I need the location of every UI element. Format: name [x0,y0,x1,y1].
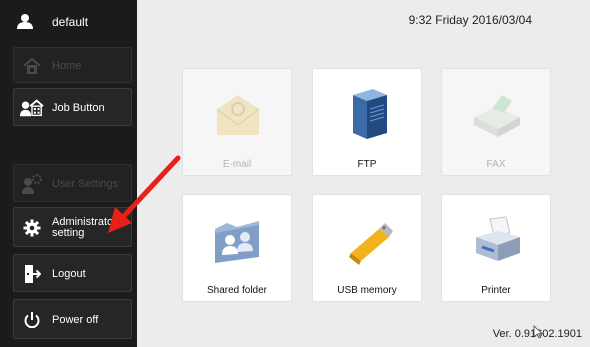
sidebar-item-home[interactable]: Home [13,47,132,83]
user-settings-icon [20,173,44,195]
fax-icon [474,95,520,137]
sidebar: default Home Job Button User Settings Ad… [0,0,137,347]
sidebar-item-administrator-setting[interactable]: Administrator setting [13,207,132,247]
clock: 9:32 Friday 2016/03/04 [408,13,532,27]
tile-label: FAX [486,159,506,170]
tile-label: E-mail [222,159,252,170]
gear-icon [20,217,44,239]
mouse-cursor-icon [533,325,543,339]
user-name: default [52,15,89,29]
shared-folder-icon [215,221,259,263]
tile-fax[interactable]: FAX [441,68,551,176]
user-icon [17,14,33,29]
usb-memory-icon [349,223,393,265]
tile-label: FTP [357,159,377,170]
sidebar-item-label: Home [52,60,82,72]
logout-icon [20,263,44,285]
sidebar-item-label: Power off [52,314,99,326]
power-icon [20,309,44,331]
tile-ftp[interactable]: FTP [312,68,422,176]
user-row: default [0,0,137,42]
screen: default Home Job Button User Settings Ad… [0,0,590,347]
main-area: 9:32 Friday 2016/03/04 E-mail FTP FAX Sh… [137,0,590,347]
tile-label: Shared folder [206,285,268,296]
tile-email[interactable]: E-mail [182,68,292,176]
tile-label: Printer [481,285,511,296]
sidebar-item-user-settings[interactable]: User Settings [13,164,132,202]
home-icon [20,55,44,77]
tile-label: USB memory [337,285,397,296]
sidebar-item-label: User Settings [52,178,119,190]
sidebar-item-label: Logout [52,268,86,280]
sidebar-item-label: Administrator setting [52,216,117,239]
job-button-icon [20,97,44,119]
server-icon [353,89,387,139]
sidebar-item-logout[interactable]: Logout [13,254,132,292]
tile-shared-folder[interactable]: Shared folder [182,194,292,302]
envelope-icon [216,95,260,135]
sidebar-item-job-button[interactable]: Job Button [13,88,132,126]
tile-usb-memory[interactable]: USB memory [312,194,422,302]
sidebar-item-power-off[interactable]: Power off [13,299,132,339]
tile-printer[interactable]: Printer [441,194,551,302]
printer-icon [476,216,520,261]
sidebar-item-label: Job Button [52,102,105,114]
